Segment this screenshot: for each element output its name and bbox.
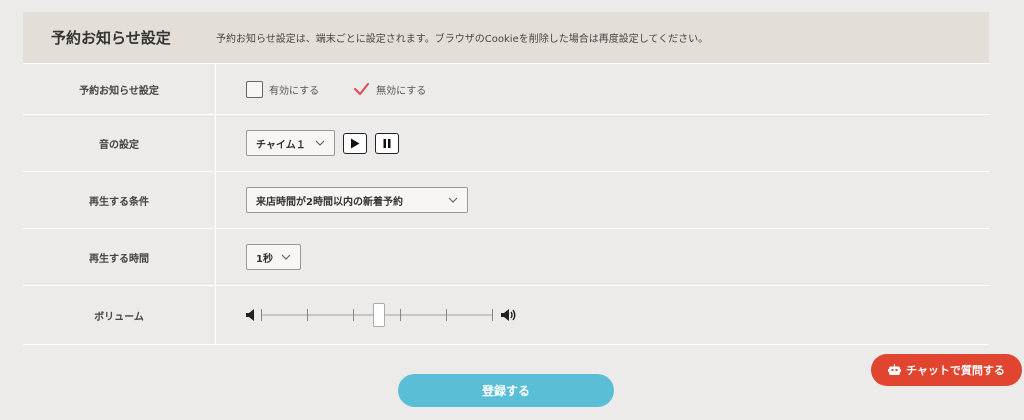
volume-high-icon (501, 309, 516, 321)
condition-setting-row: 再生する条件 来店時間が2時間以内の新着予約 (23, 172, 989, 229)
chevron-down-icon (315, 140, 325, 146)
volume-tick (353, 309, 354, 321)
volume-setting-row: ボリューム (23, 286, 989, 345)
duration-select[interactable]: 1秒 (246, 244, 301, 270)
volume-track[interactable] (261, 303, 493, 327)
volume-tick (400, 309, 401, 321)
enable-option[interactable]: 有効にする (246, 80, 320, 98)
checkmark-icon (354, 82, 370, 95)
sound-setting-row: 音の設定 チャイム１ (23, 115, 989, 172)
play-button[interactable] (343, 132, 367, 154)
play-icon (351, 138, 360, 148)
sound-select[interactable]: チャイム１ (246, 130, 335, 156)
volume-slider-thumb[interactable] (373, 303, 385, 327)
chat-button-label: チャットで質問する (906, 364, 1005, 377)
duration-setting-label: 再生する時間 (23, 229, 216, 285)
pause-icon (383, 138, 391, 148)
disable-option[interactable]: 無効にする (353, 81, 426, 98)
chevron-down-icon (281, 254, 291, 260)
notification-settings-panel: 予約お知らせ設定 予約お知らせ設定は、端末ごとに設定されます。ブラウザのCook… (23, 12, 989, 345)
pause-button[interactable] (375, 132, 399, 154)
volume-tick (307, 309, 308, 321)
settings-description: 予約お知らせ設定は、端末ごとに設定されます。ブラウザのCookieを削除した場合… (216, 34, 709, 45)
volume-tick (492, 309, 493, 321)
volume-low-icon (246, 309, 254, 321)
robot-icon (888, 364, 902, 375)
volume-setting-label: ボリューム (23, 286, 216, 344)
condition-select-value: 来店時間が2時間以内の新着予約 (256, 196, 403, 208)
page-title: 予約お知らせ設定 (51, 29, 171, 47)
duration-select-value: 1秒 (256, 253, 273, 265)
settings-header: 予約お知らせ設定 予約お知らせ設定は、端末ごとに設定されます。ブラウザのCook… (23, 12, 989, 64)
volume-slider[interactable] (246, 303, 517, 327)
volume-tick (261, 309, 262, 321)
volume-tick (446, 309, 447, 321)
sound-select-value: チャイム１ (256, 139, 306, 151)
notify-setting-row: 予約お知らせ設定 有効にする 無効にする (23, 64, 989, 115)
enable-checkbox[interactable] (246, 80, 263, 98)
sound-setting-label: 音の設定 (23, 115, 216, 171)
disable-label: 無効にする (376, 85, 427, 97)
submit-button[interactable]: 登録する (398, 374, 614, 407)
condition-setting-label: 再生する条件 (23, 172, 216, 228)
duration-setting-row: 再生する時間 1秒 (23, 229, 989, 286)
disable-checkbox[interactable] (353, 81, 370, 98)
chat-support-button[interactable]: チャットで質問する (871, 354, 1022, 386)
enable-label: 有効にする (269, 85, 320, 97)
chevron-down-icon (448, 197, 458, 203)
notify-setting-label: 予約お知らせ設定 (23, 64, 216, 114)
condition-select[interactable]: 来店時間が2時間以内の新着予約 (246, 187, 468, 213)
